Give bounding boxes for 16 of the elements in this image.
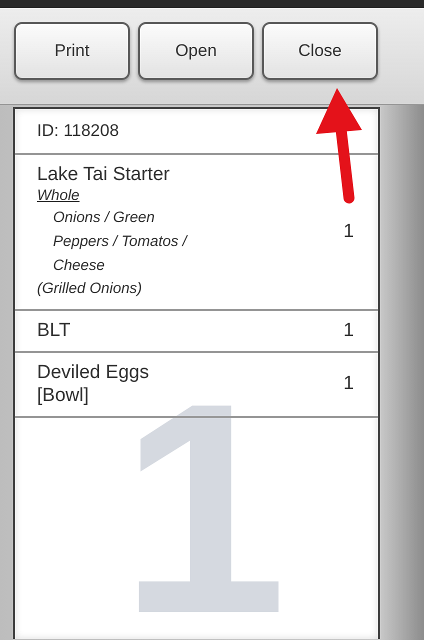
toolbar-button[interactable]: Open bbox=[138, 22, 254, 80]
toolbar-button[interactable]: Print bbox=[14, 22, 130, 80]
ticket-item[interactable]: Lake Tai Starter Whole Onions / Green Peppers / Tomatos / Cheese (Grilled Onions) 1 bbox=[15, 155, 378, 311]
item-modifiers: Onions / Green Peppers / Tomatos / Cheese bbox=[52, 208, 189, 276]
item-name: Deviled Eggs bbox=[37, 361, 149, 384]
ticket-item[interactable]: Deviled Eggs [Bowl] 1 bbox=[15, 353, 378, 418]
toolbar-button[interactable]: Close bbox=[262, 22, 378, 80]
item-size: Whole bbox=[37, 186, 80, 206]
ticket-item[interactable]: BLT 1 bbox=[15, 311, 378, 353]
item-note: (Grilled Onions) bbox=[37, 279, 144, 299]
item-quantity: 1 bbox=[343, 320, 354, 342]
item-quantity: 1 bbox=[343, 220, 354, 242]
item-name: BLT bbox=[37, 319, 70, 342]
item-quantity: 1 bbox=[343, 373, 354, 395]
item-name: Lake Tai Starter bbox=[37, 163, 171, 186]
item-portion: [Bowl] bbox=[37, 384, 90, 407]
